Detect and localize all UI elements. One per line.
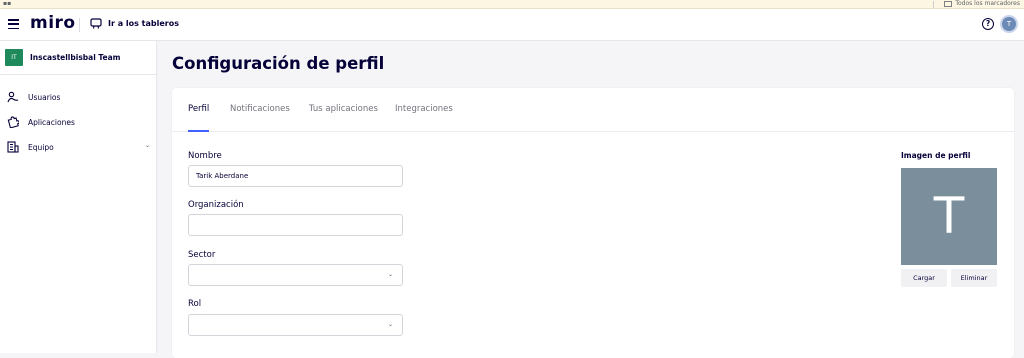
bookmarks-bar: ▪▪ Todos los marcadores <box>0 0 1024 9</box>
folder-icon <box>944 0 953 7</box>
page-title: Configuración de perfil <box>172 54 385 73</box>
miro-logo[interactable]: miro <box>30 13 76 33</box>
upload-image-button[interactable]: Cargar <box>901 269 947 287</box>
hamburger-menu-icon[interactable] <box>8 19 19 30</box>
go-to-boards-link[interactable]: Ir a los tableros <box>90 18 179 29</box>
tab-bar: Perfil Notificaciones Tus aplicaciones I… <box>172 88 1014 132</box>
board-icon <box>90 18 102 29</box>
sidebar-item-equipo[interactable]: Equipo ⌄ <box>7 139 150 155</box>
team-badge: IT <box>5 49 23 66</box>
chevron-down-icon: ⌄ <box>387 271 393 278</box>
profile-settings-card: Perfil Notificaciones Tus aplicaciones I… <box>172 88 1014 358</box>
sidebar-item-aplicaciones[interactable]: Aplicaciones <box>7 114 150 130</box>
organizacion-field[interactable] <box>188 214 403 236</box>
active-tab-indicator <box>188 130 209 132</box>
sidebar-item-label: Aplicaciones <box>28 117 75 127</box>
nombre-field[interactable] <box>188 165 403 187</box>
tab-integraciones[interactable]: Integraciones <box>395 104 453 114</box>
help-icon[interactable]: ? <box>982 18 994 30</box>
profile-image: T <box>901 168 997 265</box>
rol-label: Rol <box>188 299 202 309</box>
nombre-label: Nombre <box>188 151 222 161</box>
users-icon <box>7 91 19 103</box>
rol-select[interactable]: ⌄ <box>188 314 403 336</box>
main-content: Configuración de perfil Perfil Notificac… <box>157 41 1024 358</box>
tab-perfil[interactable]: Perfil <box>188 104 209 114</box>
go-to-boards-label: Ir a los tableros <box>108 19 179 28</box>
chevron-down-icon: ⌄ <box>387 321 393 328</box>
puzzle-icon <box>7 116 19 128</box>
delete-image-button[interactable]: Eliminar <box>951 269 997 287</box>
team-switcher[interactable]: IT Inscastellbisbal Team <box>0 41 156 75</box>
team-name: Inscastellbisbal Team <box>30 53 121 62</box>
organizacion-label: Organización <box>188 200 244 210</box>
profile-image-title: Imagen de perfil <box>901 151 971 160</box>
sidebar: IT Inscastellbisbal Team Usuarios Aplica… <box>0 41 157 353</box>
sidebar-item-label: Usuarios <box>28 92 61 102</box>
bookmarks-divider <box>933 1 934 8</box>
bookmarks-folder[interactable]: Todos los marcadores <box>944 0 1020 7</box>
topbar-divider <box>79 18 80 32</box>
sector-label: Sector <box>188 250 216 260</box>
top-bar: miro Ir a los tableros ? T <box>0 9 1024 41</box>
building-icon <box>7 141 19 153</box>
tab-tus-aplicaciones[interactable]: Tus aplicaciones <box>309 104 378 114</box>
bookmarks-folder-label: Todos los marcadores <box>955 0 1020 7</box>
user-avatar[interactable]: T <box>1002 17 1016 31</box>
sidebar-item-label: Equipo <box>28 142 54 152</box>
sector-select[interactable]: ⌄ <box>188 264 403 286</box>
sidebar-item-usuarios[interactable]: Usuarios <box>7 89 150 105</box>
tab-notificaciones[interactable]: Notificaciones <box>230 104 290 114</box>
grid-icon[interactable]: ▪▪ <box>3 1 11 7</box>
chevron-down-icon[interactable]: ⌄ <box>145 142 150 149</box>
